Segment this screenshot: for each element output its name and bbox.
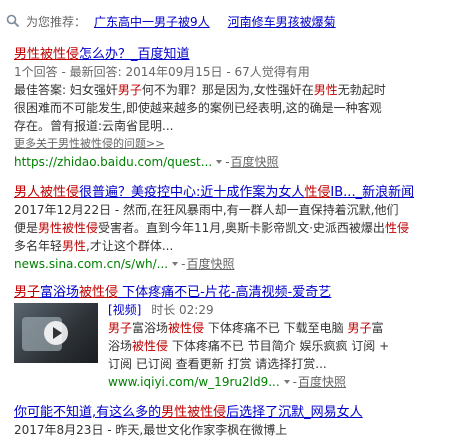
snippet-text: 受害者。直到今年11月,奥斯卡影帝凯文·史派西被爆出 xyxy=(98,221,385,235)
search-result-1: 男性被性侵怎么办？_百度知道 1个回答 - 最新回答: 2014年09月15日 … xyxy=(14,46,446,171)
result-url[interactable]: https://zhidao.baidu.com/quest... xyxy=(14,153,212,171)
title-keyword[interactable]: 男性被性侵 xyxy=(14,47,79,62)
title-text[interactable]: 富浴场 xyxy=(40,285,79,300)
result-snippet-line: 便是男性被性侵受害者。直到今年11月,奥斯卡影帝凯文·史派西被爆出性侵 xyxy=(14,219,446,237)
snippet-text: 很困难而不可能发生,即使越来越多的案例已经表明,这的确是一种客观 xyxy=(14,101,382,115)
title-text[interactable]: IB..._新浪新闻 xyxy=(330,185,414,200)
result-title[interactable]: 男子富浴场被性侵 下体疼痛不已-片花-高清视频-爱奇艺 xyxy=(14,284,446,301)
snippet-keyword: 男性被性侵 xyxy=(38,221,99,235)
snippet-keyword: 男子 xyxy=(117,83,142,97)
chevron-down-icon[interactable] xyxy=(283,380,290,384)
snippet-text: 多名年轻 xyxy=(14,239,63,253)
snapshot-link[interactable]: 百度快照 xyxy=(186,255,234,273)
title-keyword[interactable]: 被性侵 xyxy=(79,285,118,300)
snippet-text: 存在。曾有报道:云南省昆明... xyxy=(14,119,174,133)
snippet-keyword: 男性 xyxy=(313,83,338,97)
snapshot-link[interactable]: 百度快照 xyxy=(231,153,279,171)
video-duration: 时长 02:29 xyxy=(151,303,214,317)
result-url[interactable]: news.sina.com.cn/s/wh/... xyxy=(14,255,168,273)
snippet-keyword: 男子 xyxy=(108,321,133,335)
result-url-row: https://zhidao.baidu.com/quest... - 百度快照 xyxy=(14,153,446,171)
snippet-keyword: 被性侵 xyxy=(132,339,169,353)
snippet-text: 何不为罪？那是因为,女性强奸在 xyxy=(141,83,314,97)
snippet-keyword: 被性侵 xyxy=(168,321,205,335)
separator: - xyxy=(292,375,297,389)
search-result-2: 男人被性侵很普遍？美疫控中心:近十成作案为女人性侵IB..._新浪新闻 2017… xyxy=(14,184,446,273)
result-meta: 1个回答 - 最新回答: 2014年09月15日 - 67人觉得有用 xyxy=(14,65,310,79)
snippet-keyword: 男子 xyxy=(347,321,372,335)
result-title[interactable]: 男性被性侵怎么办？_百度知道 xyxy=(14,46,446,63)
title-text[interactable]: 后选择了沉默_网易女人 xyxy=(226,405,363,420)
title-keyword[interactable]: 男子 xyxy=(14,285,40,300)
snippet-keyword: 性侵 xyxy=(384,221,409,235)
result-url[interactable]: www.iqiyi.com/w_19ru2ld9... xyxy=(108,373,280,391)
recommend-link-2[interactable]: 河南修车男孩被爆菊 xyxy=(228,13,336,30)
title-keyword[interactable]: 男性被性侵 xyxy=(161,405,226,420)
result-snippet-line: 很困难而不可能发生,即使越来越多的案例已经表明,这的确是一种客观 xyxy=(14,99,446,117)
search-result-4: 你可能不知道,有这么多的男性被性侵后选择了沉默_网易女人 2017年8月23日 … xyxy=(14,404,446,439)
result-snippet-line: 2017年8月23日 - 昨天,最世文化作家李枫在微博上 xyxy=(14,421,446,439)
recommend-link-1[interactable]: 广东高中一男子被9人 xyxy=(94,13,210,30)
snippet-text: 下体疼痛不已 节目简介 娱乐疯疯 订阅 + xyxy=(168,339,390,353)
snippet-text: 无勃起时 xyxy=(337,83,386,97)
snippet-keyword: 男性 xyxy=(62,239,87,253)
result-snippet-line: 订阅 已订阅 查看更新 打赏 请选择打赏... xyxy=(108,355,446,373)
snippet-text: 富 xyxy=(371,321,384,335)
title-keyword[interactable]: 性侵 xyxy=(304,185,330,200)
search-result-3: 男子富浴场被性侵 下体疼痛不已-片花-高清视频-爱奇艺 [视频] 时长 02:2… xyxy=(14,284,446,391)
result-title[interactable]: 男人被性侵很普遍？美疫控中心:近十成作案为女人性侵IB..._新浪新闻 xyxy=(14,184,446,201)
snippet-text: ,才让这个群体... xyxy=(86,239,174,253)
video-result-body: [视频] 时长 02:29 男子富浴场被性侵 下体疼痛不已 下载至电脑 男子富 … xyxy=(14,301,446,391)
snippet-text: 浴场 xyxy=(108,339,133,353)
title-text[interactable]: 怎么办？_百度知道 xyxy=(79,47,190,62)
search-icon xyxy=(6,14,20,28)
result-url-row: www.iqiyi.com/w_19ru2ld9... - 百度快照 xyxy=(108,373,446,391)
recommend-bar: 为您推荐： 广东高中一男子被9人 河南修车男孩被爆菊 xyxy=(6,12,446,30)
result-title[interactable]: 你可能不知道,有这么多的男性被性侵后选择了沉默_网易女人 xyxy=(14,404,446,421)
snippet-text: 2017年8月23日 - 昨天,最世文化作家李枫在微博上 xyxy=(14,423,288,437)
play-icon[interactable] xyxy=(44,321,68,345)
snapshot-link[interactable]: 百度快照 xyxy=(298,373,346,391)
snippet-text: 最佳答案: 妇女强奸 xyxy=(14,83,118,97)
title-text[interactable]: 你可能不知道,有这么多的 xyxy=(14,405,161,420)
separator: - xyxy=(225,155,230,169)
result-snippet-line: 存在。曾有报道:云南省昆明... xyxy=(14,117,446,135)
video-tag: [视频] xyxy=(108,303,142,317)
title-keyword[interactable]: 男人被性侵 xyxy=(14,185,79,200)
result-snippet-line: 浴场被性侵 下体疼痛不已 节目简介 娱乐疯疯 订阅 + xyxy=(108,337,446,355)
snippet-text: 2017年12月22日 - 然而,在狂风暴雨中,有一群人却一直保持着沉默,他们 xyxy=(14,203,399,217)
chevron-down-icon[interactable] xyxy=(216,160,223,164)
more-questions-text[interactable]: 更多关于男性被性侵的问题>> xyxy=(14,137,164,150)
title-text[interactable]: 下体疼痛不已-片花-高清视频-爱奇艺 xyxy=(118,285,331,300)
video-thumbnail[interactable] xyxy=(14,303,98,363)
result-snippet-line: 2017年12月22日 - 然而,在狂风暴雨中,有一群人却一直保持着沉默,他们 xyxy=(14,201,446,219)
result-snippet-line: 多名年轻男性,才让这个群体... xyxy=(14,237,446,255)
snippet-text: 富浴场 xyxy=(132,321,169,335)
snippet-text: 下体疼痛不已 下载至电脑 xyxy=(204,321,348,335)
separator: - xyxy=(181,257,186,271)
video-details: [视频] 时长 02:29 男子富浴场被性侵 下体疼痛不已 下载至电脑 男子富 … xyxy=(108,301,446,391)
result-url-row: news.sina.com.cn/s/wh/... - 百度快照 xyxy=(14,255,446,273)
chevron-down-icon[interactable] xyxy=(172,262,179,266)
video-meta: [视频] 时长 02:29 xyxy=(108,301,446,319)
more-questions-link[interactable]: 更多关于男性被性侵的问题>> xyxy=(14,135,446,153)
snippet-text: 便是 xyxy=(14,221,39,235)
result-snippet-line: 最佳答案: 妇女强奸男子何不为罪？那是因为,女性强奸在男性无勃起时 xyxy=(14,81,446,99)
result-snippet-line: 男子富浴场被性侵 下体疼痛不已 下载至电脑 男子富 xyxy=(108,319,446,337)
snippet-text: 订阅 已订阅 查看更新 打赏 请选择打赏... xyxy=(108,357,327,371)
title-text[interactable]: 很普遍？美疫控中心:近十成作案为女人 xyxy=(79,185,304,200)
recommend-label: 为您推荐： xyxy=(26,14,87,29)
